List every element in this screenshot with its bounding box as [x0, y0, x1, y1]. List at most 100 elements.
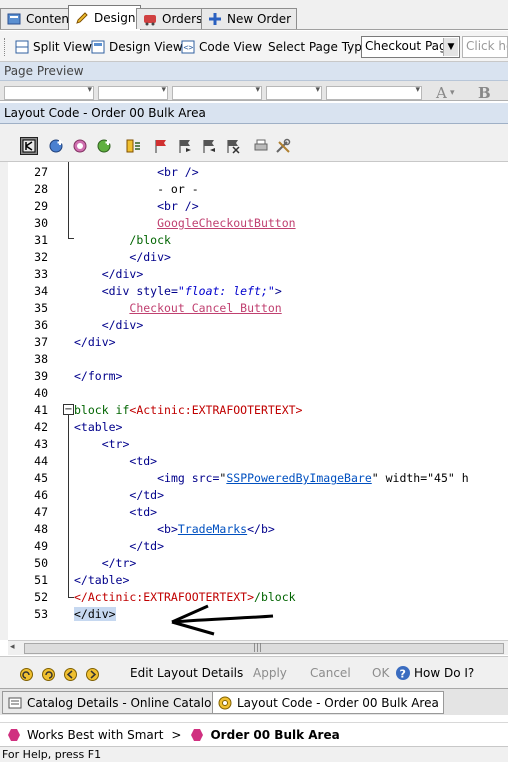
tab-catalog-details[interactable]: Catalog Details - Online Catalogue — [2, 691, 240, 714]
top-tab-bar: Content Design Orders New Order — [0, 0, 508, 30]
preview-combo-4[interactable] — [266, 85, 322, 100]
help-icon[interactable]: ? — [395, 665, 411, 684]
printer-icon[interactable] — [252, 137, 270, 155]
code-token: > — [274, 284, 282, 298]
code-line[interactable]: Checkout Cancel Button — [74, 301, 281, 315]
apply-button[interactable]: Apply — [253, 666, 287, 680]
chevron-down-icon[interactable]: ▼ — [443, 38, 458, 56]
pick-icon[interactable] — [20, 137, 38, 155]
scrollbar-thumb[interactable]: ||| — [24, 643, 504, 654]
code-line[interactable]: - or - — [74, 182, 199, 196]
code-line[interactable]: </div> — [74, 335, 116, 349]
content-icon — [6, 11, 22, 27]
tools-icon[interactable] — [274, 137, 292, 155]
preview-combo-2[interactable] — [98, 85, 168, 100]
svg-text:<>: <> — [184, 43, 194, 52]
code-line[interactable]: </tr> — [74, 556, 137, 570]
line-number: 42 — [34, 420, 48, 434]
page-preview-header: Page Preview — [0, 62, 508, 81]
redo-icon[interactable] — [40, 666, 56, 682]
how-do-i-button[interactable]: How Do I? — [414, 666, 474, 680]
split-view-button[interactable]: Split View — [4, 37, 92, 57]
code-line[interactable]: </td> — [74, 488, 164, 502]
flag-next-icon[interactable] — [176, 137, 194, 155]
code-line[interactable]: GoogleCheckoutButton — [74, 216, 295, 230]
back-icon[interactable] — [62, 666, 78, 682]
help-search-input[interactable]: Click he — [462, 36, 508, 58]
code-line[interactable]: </div> — [74, 607, 116, 621]
red-flag-icon[interactable] — [152, 137, 170, 155]
line-number: 49 — [34, 539, 48, 553]
page-type-select[interactable]: Checkout Page ▼ — [361, 36, 460, 58]
tab-catalog-details-label: Catalog Details - Online Catalogue — [27, 695, 235, 710]
breadcrumb-item-1[interactable]: Works Best with Smart — [27, 728, 163, 742]
ok-button[interactable]: OK — [372, 666, 389, 680]
fold-toggle[interactable]: − — [63, 404, 74, 415]
code-line[interactable]: </table> — [74, 573, 129, 587]
document-tabs: Catalog Details - Online Catalogue Layou… — [0, 688, 508, 715]
code-line[interactable]: </td> — [74, 539, 164, 553]
add-selector-icon[interactable] — [72, 137, 90, 155]
line-number: 32 — [34, 250, 48, 264]
preview-combo-1[interactable] — [4, 85, 94, 100]
code-line[interactable]: <td> — [74, 454, 157, 468]
breadcrumb-item-2[interactable]: Order 00 Bulk Area — [210, 728, 339, 742]
scroll-left-icon[interactable]: ◂ — [10, 642, 15, 652]
preview-combo-5[interactable] — [326, 85, 422, 100]
font-color-dropdown-icon[interactable]: ▾ — [450, 88, 455, 98]
split-view-icon — [14, 39, 30, 55]
add-variable-icon[interactable] — [48, 137, 66, 155]
preview-combo-3[interactable] — [172, 85, 262, 100]
code-editor[interactable]: 27 28 29 30 31 32 33 34 35 36 37 38 39 40 41 42 43 44 45 46… — [0, 162, 508, 640]
code-view-button[interactable]: <> Code View — [180, 37, 262, 57]
flag-prev-icon[interactable] — [200, 137, 218, 155]
line-number: 40 — [34, 386, 48, 400]
code-line[interactable]: <tr> — [74, 437, 130, 451]
code-line[interactable]: </form> — [74, 369, 122, 383]
code-token: TradeMarks — [177, 522, 248, 536]
tab-orders[interactable]: Orders — [136, 8, 209, 29]
code-line[interactable]: /block — [74, 233, 171, 247]
code-line[interactable]: <b>TradeMarks</b> — [74, 522, 275, 536]
design-view-button[interactable]: Design View — [90, 37, 183, 57]
code-line[interactable]: <td> — [74, 505, 157, 519]
edit-layout-details-button[interactable]: Edit Layout Details — [130, 666, 243, 680]
status-text: For Help, press F1 — [2, 748, 102, 761]
font-color-icon[interactable]: A — [436, 84, 447, 102]
tab-orders-label: Orders — [162, 12, 203, 26]
pencil-icon — [74, 10, 90, 26]
code-token: </b> — [247, 522, 275, 536]
tab-design[interactable]: Design — [68, 5, 142, 30]
code-line[interactable]: <br /> — [74, 165, 199, 179]
code-line[interactable]: <div style="float: left;"> — [74, 284, 282, 298]
line-number: 47 — [34, 505, 48, 519]
tab-content-label: Content — [26, 12, 74, 26]
add-list-icon[interactable] — [96, 137, 114, 155]
line-number: 35 — [34, 301, 48, 315]
tab-layout-code[interactable]: Layout Code - Order 00 Bulk Area — [212, 691, 444, 714]
code-line[interactable]: block if<Actinic:EXTRAFOOTERTEXT> — [74, 403, 302, 417]
bold-icon[interactable]: B — [478, 84, 491, 102]
tab-new-order[interactable]: New Order — [201, 8, 298, 29]
hexagon-icon — [6, 727, 22, 743]
layout-code-header: Layout Code - Order 00 Bulk Area — [0, 103, 508, 124]
code-line[interactable]: <table> — [74, 420, 122, 434]
cancel-button[interactable]: Cancel — [310, 666, 351, 680]
forward-icon[interactable] — [84, 666, 100, 682]
code-line[interactable]: <br /> — [74, 199, 199, 213]
code-token: <td> — [129, 454, 158, 468]
code-line[interactable]: </div> — [74, 267, 144, 281]
code-line[interactable]: </div> — [74, 318, 144, 332]
code-line[interactable]: <img src="SSPPoweredByImageBare" width="… — [74, 471, 469, 485]
horizontal-scrollbar[interactable]: ◂ ||| — [8, 640, 508, 655]
undo-icon[interactable] — [18, 666, 34, 682]
code-line[interactable]: </div> — [74, 250, 171, 264]
clear-flags-icon[interactable] — [224, 137, 242, 155]
block-icon[interactable] — [124, 137, 142, 155]
